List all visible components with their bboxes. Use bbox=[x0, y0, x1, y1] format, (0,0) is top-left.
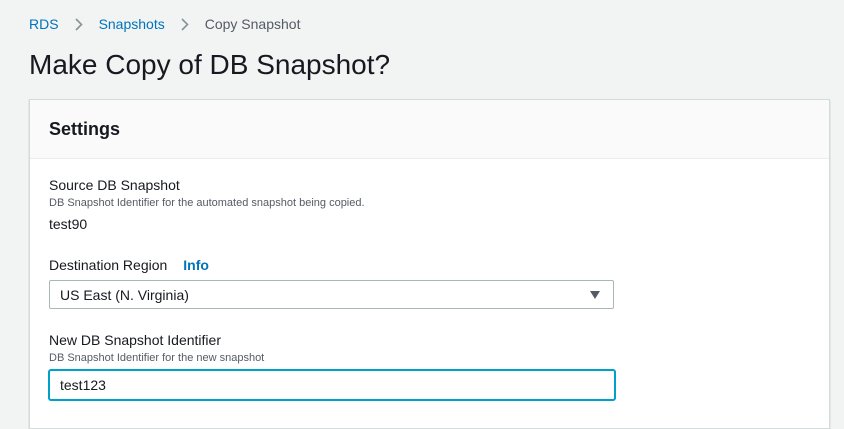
caret-down-icon bbox=[590, 291, 600, 299]
new-identifier-field: New DB Snapshot Identifier DB Snapshot I… bbox=[49, 332, 264, 364]
new-identifier-label: New DB Snapshot Identifier bbox=[49, 332, 221, 348]
destination-region-info-link[interactable]: Info bbox=[183, 257, 209, 273]
breadcrumb: RDS Snapshots Copy Snapshot bbox=[29, 14, 300, 34]
destination-region-label-row: Destination Region Info bbox=[49, 257, 209, 273]
settings-heading: Settings bbox=[49, 118, 121, 139]
destination-region-select[interactable]: US East (N. Virginia) bbox=[49, 280, 614, 309]
destination-region-selected: US East (N. Virginia) bbox=[60, 286, 189, 303]
settings-panel-header: Settings bbox=[30, 100, 829, 159]
source-snapshot-label: Source DB Snapshot bbox=[49, 177, 180, 193]
breadcrumb-snapshots-link[interactable]: Snapshots bbox=[99, 16, 165, 32]
destination-region-field: Destination Region Info bbox=[49, 257, 209, 273]
chevron-right-icon bbox=[179, 17, 191, 31]
chevron-right-icon bbox=[73, 17, 85, 31]
settings-panel: Settings Source DB Snapshot DB Snapshot … bbox=[29, 99, 830, 429]
destination-region-label: Destination Region bbox=[49, 257, 168, 273]
source-snapshot-value: test90 bbox=[49, 216, 88, 232]
breadcrumb-rds-link[interactable]: RDS bbox=[29, 16, 59, 32]
source-snapshot-field: Source DB Snapshot DB Snapshot Identifie… bbox=[49, 177, 365, 232]
new-identifier-description: DB Snapshot Identifier for the new snaps… bbox=[49, 352, 265, 364]
source-snapshot-description: DB Snapshot Identifier for the automated… bbox=[49, 197, 365, 209]
breadcrumb-current: Copy Snapshot bbox=[204, 16, 301, 32]
page-title: Make Copy of DB Snapshot? bbox=[29, 49, 391, 80]
new-identifier-input[interactable] bbox=[49, 370, 615, 400]
